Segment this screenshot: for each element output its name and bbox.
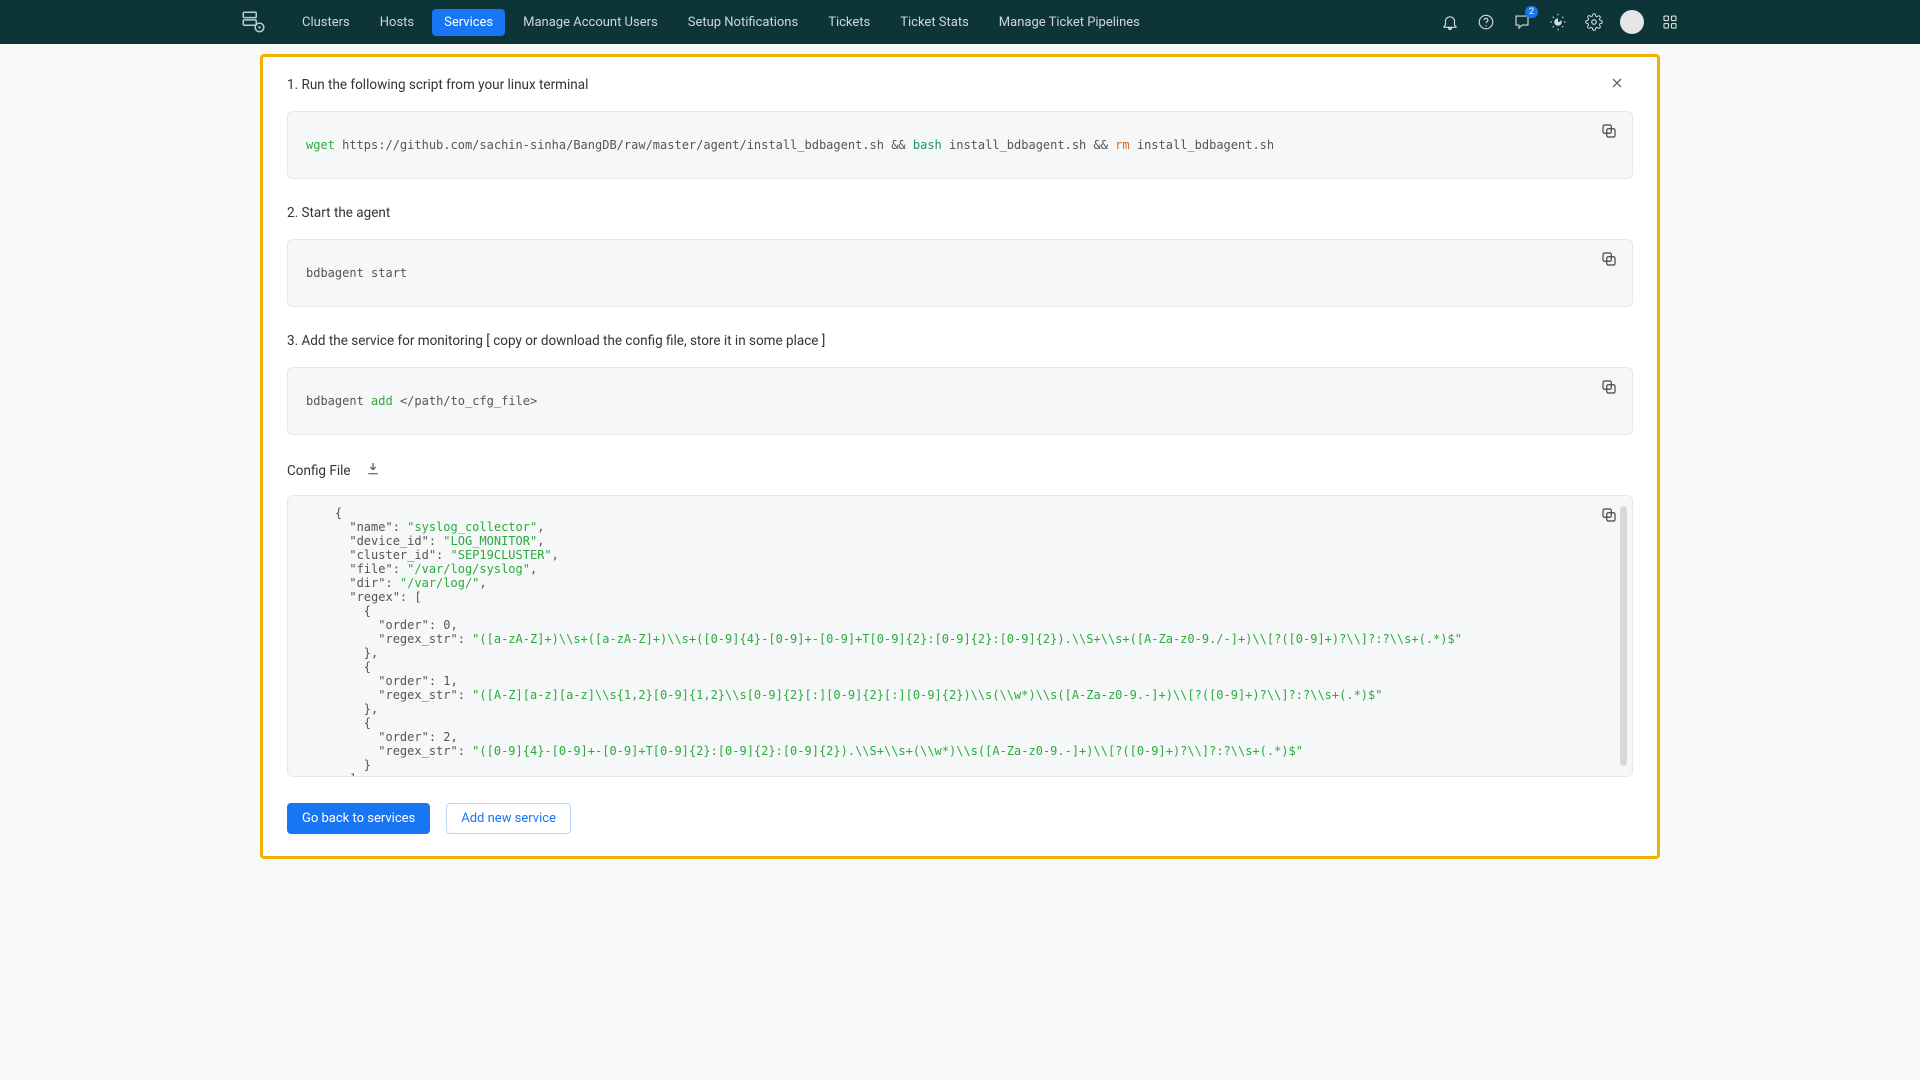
cfg-l: "file": [306, 562, 407, 576]
kw-rm: rm [1115, 138, 1129, 152]
code1-url: https://github.com/sachin-sinha/BangDB/r… [335, 138, 913, 152]
cfg-l: { [306, 506, 342, 520]
go-back-button[interactable]: Go back to services [287, 803, 430, 834]
apps-icon[interactable] [1660, 12, 1680, 32]
add-new-service-button[interactable]: Add new service [446, 803, 571, 834]
service-setup-card: 1. Run the following script from your li… [260, 54, 1660, 859]
nav-manage-ticket-pipelines[interactable]: Manage Ticket Pipelines [987, 9, 1152, 36]
bell-icon[interactable] [1440, 12, 1460, 32]
cfg-l: "regex_str": [306, 688, 472, 702]
footer-buttons: Go back to services Add new service [287, 803, 1633, 834]
cfg-l: , [537, 520, 544, 534]
nav-hosts[interactable]: Hosts [368, 9, 426, 36]
config-file-label: Config File [287, 463, 351, 479]
close-icon[interactable] [1609, 75, 1625, 95]
avatar[interactable] [1620, 10, 1644, 34]
gear-icon[interactable] [1584, 12, 1604, 32]
inbox-badge: 2 [1525, 6, 1538, 18]
cfg-l: "([A-Z][a-z][a-z]\\s{1,2}[0-9]{1,2}\\s[0… [472, 688, 1382, 702]
cfg-l: "regex_str": [306, 744, 472, 758]
cfg-l: "([0-9]{4}-[0-9]+-[0-9]+T[0-9]{2}:[0-9]{… [472, 744, 1303, 758]
cfg-l: "regex_str": [306, 632, 472, 646]
nav-tickets[interactable]: Tickets [816, 9, 882, 36]
step3-label: 3. Add the service for monitoring [ copy… [287, 333, 1633, 349]
config-file-row: Config File [287, 461, 1633, 481]
code3-tail: </path/to_cfg_file> [393, 394, 538, 408]
nav-items: Clusters Hosts Services Manage Account U… [290, 9, 1440, 36]
cfg-l: "regex": [ [306, 590, 422, 604]
cfg-l: "name": [306, 520, 407, 534]
download-icon[interactable] [365, 461, 381, 481]
code2-cmd: bdbagent start [306, 266, 407, 280]
cfg-l: "dir": [306, 576, 400, 590]
cfg-l: }, [306, 646, 378, 660]
cfg-l: , [479, 576, 486, 590]
code-block-add: bdbagent add </path/to_cfg_file> [287, 367, 1633, 435]
copy-icon[interactable] [1600, 506, 1618, 527]
step2-label: 2. Start the agent [287, 205, 1633, 221]
step1-label: 1. Run the following script from your li… [287, 77, 1633, 93]
cfg-l: "order": 2, [306, 730, 458, 744]
code3-cmd: bdbagent [306, 394, 371, 408]
cfg-l: "/var/log/syslog" [407, 562, 530, 576]
nav-icons: 2 [1440, 10, 1680, 34]
nav-clusters[interactable]: Clusters [290, 9, 362, 36]
cfg-l: ], [306, 772, 364, 777]
cfg-l: "order": 0, [306, 618, 458, 632]
inbox-icon[interactable]: 2 [1512, 12, 1532, 32]
code1-mid: install_bdbagent.sh && [942, 138, 1115, 152]
scrollbar[interactable] [1620, 506, 1627, 766]
kw-bash: bash [913, 138, 942, 152]
kw-add: add [371, 394, 393, 408]
copy-icon[interactable] [1600, 378, 1618, 399]
cfg-l: "SEP19CLUSTER" [451, 548, 552, 562]
code1-tail: install_bdbagent.sh [1130, 138, 1275, 152]
cfg-l: , [537, 534, 544, 548]
cfg-l: { [306, 660, 371, 674]
cfg-l: "syslog_collector" [407, 520, 537, 534]
code-block-start: bdbagent start [287, 239, 1633, 307]
cfg-l: { [306, 604, 371, 618]
logo-icon [240, 9, 266, 35]
kw-wget: wget [306, 138, 335, 152]
cfg-l: "device_id": [306, 534, 443, 548]
nav-services[interactable]: Services [432, 9, 505, 36]
copy-icon[interactable] [1600, 122, 1618, 143]
cfg-l: { [306, 716, 371, 730]
nav-setup-notifications[interactable]: Setup Notifications [676, 9, 810, 36]
help-icon[interactable] [1476, 12, 1496, 32]
code-block-install: wget https://github.com/sachin-sinha/Ban… [287, 111, 1633, 179]
nav-ticket-stats[interactable]: Ticket Stats [888, 9, 981, 36]
copy-icon[interactable] [1600, 250, 1618, 271]
cfg-l: "cluster_id": [306, 548, 451, 562]
code-block-config: { "name": "syslog_collector", "device_id… [287, 495, 1633, 777]
nav-manage-account-users[interactable]: Manage Account Users [511, 9, 670, 36]
cfg-l: , [552, 548, 559, 562]
cfg-l: "LOG_MONITOR" [443, 534, 537, 548]
cfg-l: "([a-zA-Z]+)\\s+([a-zA-Z]+)\\s+([0-9]{4}… [472, 632, 1462, 646]
cfg-l: }, [306, 702, 378, 716]
cfg-l: , [530, 562, 537, 576]
top-nav: Clusters Hosts Services Manage Account U… [0, 0, 1920, 44]
theme-icon[interactable] [1548, 12, 1568, 32]
cfg-l: "/var/log/" [400, 576, 479, 590]
cfg-l: "order": 1, [306, 674, 458, 688]
cfg-l: } [306, 758, 371, 772]
